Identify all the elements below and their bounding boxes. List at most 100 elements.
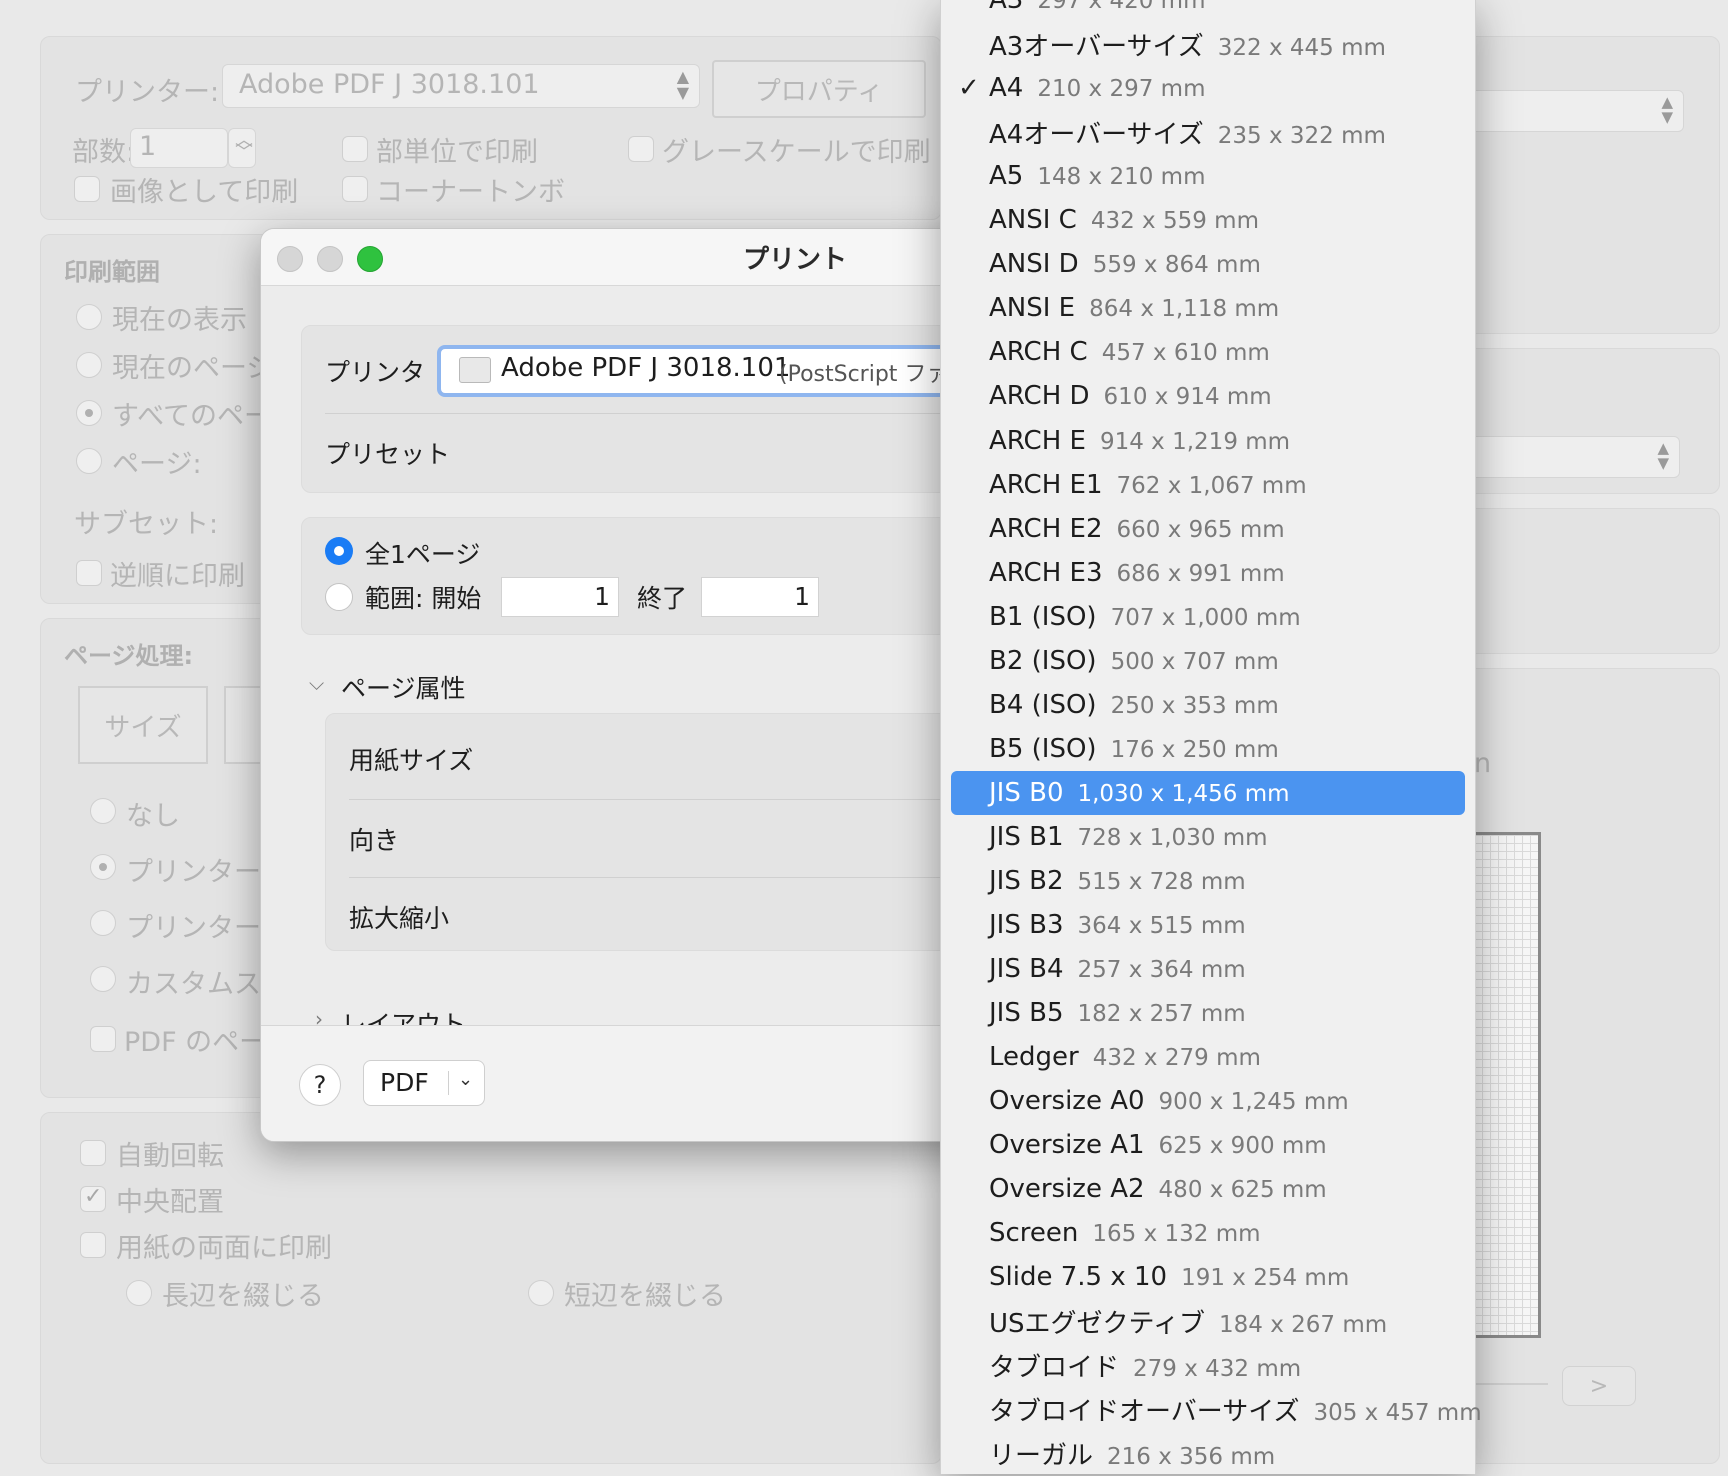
paper-name: JIS B3: [989, 910, 1064, 941]
bg-radio-scale-custom[interactable]: [90, 966, 116, 992]
layout-heading[interactable]: レイアウト: [341, 1005, 466, 1025]
range-from-field[interactable]: 1: [501, 577, 619, 617]
pdf-menu-button[interactable]: PDF ⌄: [363, 1060, 485, 1106]
menu-item[interactable]: B2 (ISO) 500 x 707 mm: [941, 639, 1475, 683]
bg-range-current-view: 現在の表示: [112, 305, 247, 336]
bg-copies-field[interactable]: 1: [130, 128, 228, 168]
bg-radio-short-edge[interactable]: [528, 1280, 554, 1306]
menu-item[interactable]: ✓ A4 210 x 297 mm: [941, 66, 1475, 110]
menu-item[interactable]: リーガル 216 x 356 mm: [941, 1432, 1475, 1476]
menu-item[interactable]: ARCH E 914 x 1,219 mm: [941, 419, 1475, 463]
radio-all-pages[interactable]: [325, 537, 353, 565]
menu-item[interactable]: JIS B4 257 x 364 mm: [941, 947, 1475, 991]
menu-item[interactable]: Oversize A2 480 x 625 mm: [941, 1167, 1475, 1211]
bg-collate-checkbox[interactable]: [342, 136, 368, 162]
menu-item[interactable]: JIS B3 364 x 515 mm: [941, 903, 1475, 947]
bg-radio-scale-none[interactable]: [90, 798, 116, 824]
menu-item[interactable]: ARCH E3 686 x 991 mm: [941, 551, 1475, 595]
menu-item[interactable]: ARCH C 457 x 610 mm: [941, 330, 1475, 374]
menu-item[interactable]: A3オーバーサイズ 322 x 445 mm: [941, 22, 1475, 66]
menu-item[interactable]: ARCH E2 660 x 965 mm: [941, 507, 1475, 551]
bg-radio-scale-printer-2[interactable]: [90, 910, 116, 936]
menu-item[interactable]: A4オーバーサイズ 235 x 322 mm: [941, 110, 1475, 154]
menu-item-label: ARCH D 610 x 914 mm: [989, 381, 1272, 411]
bg-scale-custom: カスタムス: [126, 969, 261, 1000]
bg-center-checkbox[interactable]: ✓: [80, 1184, 106, 1212]
bg-crop-marks-checkbox[interactable]: [342, 176, 368, 202]
menu-item[interactable]: タブロイドオーバーサイズ 305 x 457 mm: [941, 1388, 1482, 1432]
paper-name: Screen: [989, 1218, 1079, 1249]
bg-radio-current-view[interactable]: [76, 304, 102, 330]
menu-item[interactable]: ANSI D 559 x 864 mm: [941, 242, 1475, 286]
paper-name: タブロイド: [989, 1353, 1120, 1384]
help-button[interactable]: ?: [299, 1064, 341, 1106]
paper-dimensions: 364 x 515 mm: [1077, 913, 1246, 940]
bg-range-pages: ページ:: [112, 449, 202, 480]
chevron-down-icon: ⌄: [458, 1069, 474, 1090]
bg-radio-long-edge[interactable]: [126, 1280, 152, 1306]
menu-item[interactable]: B4 (ISO) 250 x 353 mm: [941, 683, 1475, 727]
bg-print-as-image-checkbox[interactable]: [74, 176, 100, 202]
bg-right-select-2[interactable]: ▲ ▼: [1448, 436, 1680, 478]
menu-item[interactable]: ANSI E 864 x 1,118 mm: [941, 286, 1475, 330]
bg-radio-pages[interactable]: [76, 448, 102, 474]
bg-scale-printer-2: プリンター: [126, 913, 261, 944]
menu-item-label: Oversize A1 625 x 900 mm: [989, 1130, 1327, 1160]
menu-item[interactable]: ARCH E1 762 x 1,067 mm: [941, 463, 1475, 507]
bg-radio-current-page[interactable]: [76, 352, 102, 378]
menu-item[interactable]: Screen 165 x 132 mm: [941, 1211, 1475, 1255]
menu-item[interactable]: Oversize A1 625 x 900 mm: [941, 1123, 1475, 1167]
menu-item[interactable]: USエグゼクティブ 184 x 267 mm: [941, 1300, 1475, 1344]
page-attrs-heading[interactable]: ページ属性: [341, 669, 466, 705]
menu-item[interactable]: B5 (ISO) 176 x 250 mm: [941, 727, 1475, 771]
printer-icon: [459, 357, 491, 383]
menu-item[interactable]: A3 297 x 420 mm: [941, 0, 1475, 22]
chevron-updown-icon: ▲ ▼: [676, 67, 689, 102]
zoom-window-button[interactable]: [357, 246, 383, 272]
bg-copies-value: 1: [139, 131, 157, 162]
menu-item[interactable]: JIS B2 515 x 728 mm: [941, 859, 1475, 903]
minimize-window-button[interactable]: [317, 246, 343, 272]
menu-item[interactable]: JIS B1 728 x 1,030 mm: [941, 815, 1475, 859]
paper-dimensions: 235 x 322 mm: [1217, 122, 1386, 149]
preview-slider[interactable]: [1474, 1383, 1548, 1385]
menu-item[interactable]: Oversize A0 900 x 1,245 mm: [941, 1079, 1475, 1123]
menu-item[interactable]: B1 (ISO) 707 x 1,000 mm: [941, 595, 1475, 639]
bg-grayscale-checkbox[interactable]: [628, 136, 654, 162]
menu-item[interactable]: Ledger 432 x 279 mm: [941, 1035, 1475, 1079]
bg-reverse-checkbox[interactable]: [76, 560, 102, 586]
paper-name: A5: [989, 161, 1024, 192]
menu-item-label: ANSI E 864 x 1,118 mm: [989, 293, 1279, 323]
menu-item[interactable]: JIS B5 182 x 257 mm: [941, 991, 1475, 1035]
bg-next-page-button[interactable]: >: [1562, 1366, 1636, 1406]
bg-auto-rotate-checkbox[interactable]: [80, 1140, 106, 1166]
bg-radio-all-pages[interactable]: [76, 400, 102, 426]
paper-name: A3: [989, 0, 1024, 15]
menu-item[interactable]: タブロイド 279 x 432 mm: [941, 1344, 1475, 1388]
menu-item[interactable]: ANSI C 432 x 559 mm: [941, 198, 1475, 242]
chevron-right-icon[interactable]: ›: [315, 1007, 323, 1025]
menu-item[interactable]: JIS B0 1,030 x 1,456 mm: [951, 770, 1465, 815]
paper-dimensions: 686 x 991 mm: [1116, 560, 1285, 587]
paper-name: ANSI D: [989, 249, 1079, 280]
bg-properties-button[interactable]: プロパティ: [712, 60, 926, 118]
bg-right-select-1[interactable]: ▲ ▼: [1448, 90, 1684, 132]
menu-item[interactable]: Slide 7.5 x 10 191 x 254 mm: [941, 1255, 1475, 1299]
paper-name: ARCH E3: [989, 557, 1103, 588]
paper-dimensions: 297 x 420 mm: [1037, 0, 1206, 14]
menu-item[interactable]: ARCH D 610 x 914 mm: [941, 374, 1475, 418]
bg-size-tab[interactable]: サイズ: [78, 686, 208, 764]
chevron-down-icon[interactable]: ⌵: [309, 671, 324, 695]
menu-item-label: A5 148 x 210 mm: [989, 161, 1205, 191]
radio-range[interactable]: [325, 583, 353, 611]
bg-printer-select[interactable]: Adobe PDF J 3018.101 ▲ ▼: [222, 64, 700, 108]
paper-dimensions: 148 x 210 mm: [1037, 164, 1206, 191]
bg-duplex-checkbox[interactable]: [80, 1232, 106, 1258]
menu-item[interactable]: A5 148 x 210 mm: [941, 154, 1475, 198]
copies-stepper[interactable]: ︿ ﹀: [228, 128, 256, 168]
range-to-field[interactable]: 1: [701, 577, 819, 617]
bg-pdf-page-checkbox[interactable]: [90, 1026, 116, 1052]
bg-radio-scale-printer-1[interactable]: [90, 854, 116, 880]
menu-item-label: Oversize A2 480 x 625 mm: [989, 1174, 1327, 1204]
close-window-button[interactable]: [277, 246, 303, 272]
